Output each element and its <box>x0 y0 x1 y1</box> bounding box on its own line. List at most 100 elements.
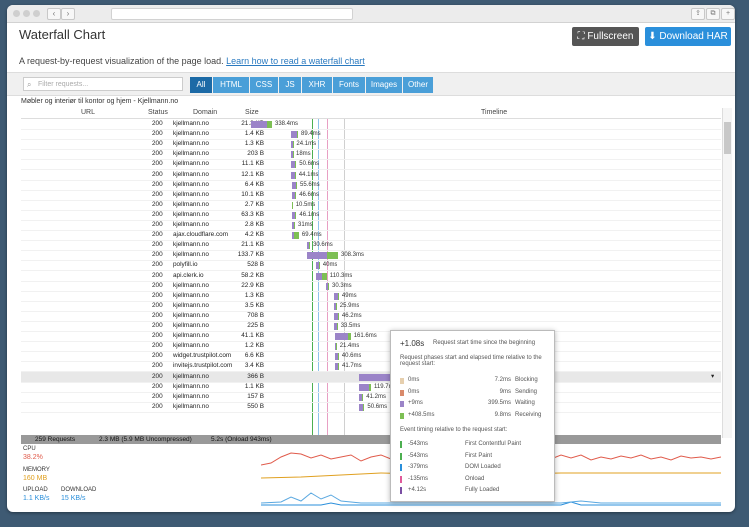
tab-other[interactable]: Other <box>403 77 433 93</box>
timing-bar[interactable] <box>334 353 339 361</box>
receiving-segment <box>266 121 272 128</box>
row-size: 366 B <box>247 372 264 380</box>
share-icon[interactable]: ⇪ <box>691 8 705 20</box>
row-duration: 55.6ms <box>300 181 320 188</box>
tabs-icon[interactable]: ⧉ <box>706 8 720 20</box>
event-marker <box>400 452 402 460</box>
filter-input[interactable]: ⌕ Filter requests... <box>23 77 183 91</box>
timing-bar[interactable] <box>291 171 296 179</box>
window-close-dot[interactable] <box>13 10 20 17</box>
row-size: 1.1 KB <box>244 382 264 390</box>
timing-bar[interactable] <box>291 161 297 169</box>
col-domain: Domain <box>193 109 218 116</box>
row-status: 200 <box>152 332 163 340</box>
row-size: 22.9 KB <box>241 281 264 289</box>
download-har-button[interactable]: ⬇ Download HAR <box>645 27 731 46</box>
event-time: -543ms <box>408 452 429 459</box>
timing-bar[interactable] <box>359 393 364 401</box>
receiving-segment <box>369 383 371 391</box>
timing-bar[interactable] <box>291 222 295 229</box>
row-status: 200 <box>152 150 163 158</box>
tab-html[interactable]: HTML <box>213 77 249 93</box>
metrics-panel: CPU 38.2% MEMORY 160 MB UPLOAD 1.1 KB/s … <box>21 445 721 509</box>
row-duration: 69.4ms <box>301 232 322 239</box>
phase-name: Sending <box>515 388 538 395</box>
add-tab-icon[interactable]: + <box>721 8 735 20</box>
tab-images[interactable]: Images <box>366 77 402 93</box>
window-minimize-dot[interactable] <box>23 10 30 17</box>
summary-time: 5.2s (Onload 943ms) <box>211 436 272 443</box>
receiving-segment <box>337 353 339 361</box>
timing-bar[interactable] <box>334 323 338 330</box>
row-duration: 161.6ms <box>353 333 377 340</box>
scrollbar-thumb[interactable] <box>724 122 731 154</box>
event-name: DOM Loaded <box>465 464 501 470</box>
row-status: 200 <box>152 392 163 400</box>
timing-bar[interactable] <box>291 141 294 149</box>
browser-window: ‹ › ⇪ ⧉ + Waterfall Chart ⛶ Fullscreen ⬇… <box>7 5 735 512</box>
subtitle: A request-by-request visualization of th… <box>19 56 365 66</box>
fullscreen-button[interactable]: ⛶ Fullscreen <box>572 27 639 46</box>
event-name: Fully Loaded <box>465 487 500 493</box>
row-duration: 308.3ms <box>341 252 365 259</box>
row-status: 200 <box>152 352 163 360</box>
timing-bar[interactable] <box>291 191 297 199</box>
timing-bar[interactable] <box>359 383 371 391</box>
timing-bar[interactable] <box>251 121 272 128</box>
table-row[interactable]: ⊞responsive.min.js200kjellmann.no550 B50… <box>21 402 721 413</box>
back-icon[interactable]: ‹ <box>47 8 61 20</box>
receiving-segment <box>321 272 327 280</box>
row-duration: 46.2ms <box>341 312 362 319</box>
summary-requests: 259 Requests <box>35 436 76 443</box>
tab-all[interactable]: All <box>190 77 212 93</box>
row-menu-icon[interactable]: ▾ <box>711 372 714 382</box>
receiving-segment <box>336 302 337 310</box>
timing-bar[interactable] <box>291 201 293 209</box>
timing-bar[interactable] <box>315 262 320 270</box>
window-maximize-dot[interactable] <box>33 10 40 17</box>
timing-bar[interactable] <box>334 312 339 320</box>
phase-elapsed: 7.2ms <box>494 377 511 383</box>
tab-js[interactable]: JS <box>279 77 301 93</box>
forward-icon[interactable]: › <box>61 8 75 20</box>
receiving-segment <box>337 363 339 371</box>
timing-bar[interactable] <box>291 181 297 189</box>
timing-bar[interactable] <box>334 333 351 341</box>
timing-bar[interactable] <box>315 272 327 280</box>
row-size: 63.3 KB <box>241 210 264 218</box>
receiving-segment <box>294 222 295 229</box>
tooltip-start-desc: Request start time since the beginning <box>433 340 536 346</box>
timing-bar[interactable] <box>307 242 311 250</box>
tab-css[interactable]: CSS <box>250 77 278 93</box>
row-duration: 41.2ms <box>366 393 386 400</box>
row-duration: 41.7ms <box>342 363 362 370</box>
summary-bar: 259 Requests 2.3 MB (5.9 MB Uncompressed… <box>21 435 721 444</box>
receiving-segment <box>337 323 338 330</box>
waterfall-help-link[interactable]: Learn how to read a waterfall chart <box>226 56 365 66</box>
row-status: 200 <box>152 362 163 370</box>
timing-bar[interactable] <box>334 363 339 371</box>
row-status: 200 <box>152 170 163 178</box>
address-bar[interactable] <box>111 8 353 20</box>
timing-bar[interactable] <box>334 343 337 351</box>
table-scrollbar[interactable] <box>722 108 732 438</box>
row-size: 41.1 KB <box>241 332 264 340</box>
row-status: 200 <box>152 261 163 269</box>
timing-bar[interactable] <box>334 302 337 310</box>
timing-bar[interactable] <box>290 131 298 139</box>
tab-xhr[interactable]: XHR <box>302 77 332 93</box>
timing-bar[interactable] <box>334 292 339 300</box>
search-icon: ⌕ <box>27 80 32 89</box>
timing-bar[interactable] <box>291 151 293 159</box>
timing-bar[interactable] <box>307 252 338 260</box>
event-time: +4.12s <box>408 487 427 493</box>
timing-bar[interactable] <box>326 282 329 290</box>
waiting-segment <box>307 252 328 260</box>
receiving-segment <box>295 161 297 169</box>
row-size: 3.5 KB <box>244 301 264 309</box>
cpu-value: 38.2% <box>23 454 43 461</box>
timing-bar[interactable] <box>292 232 299 240</box>
timing-bar[interactable] <box>359 403 365 411</box>
timing-bar[interactable] <box>291 211 297 219</box>
tab-fonts[interactable]: Fonts <box>333 77 365 93</box>
